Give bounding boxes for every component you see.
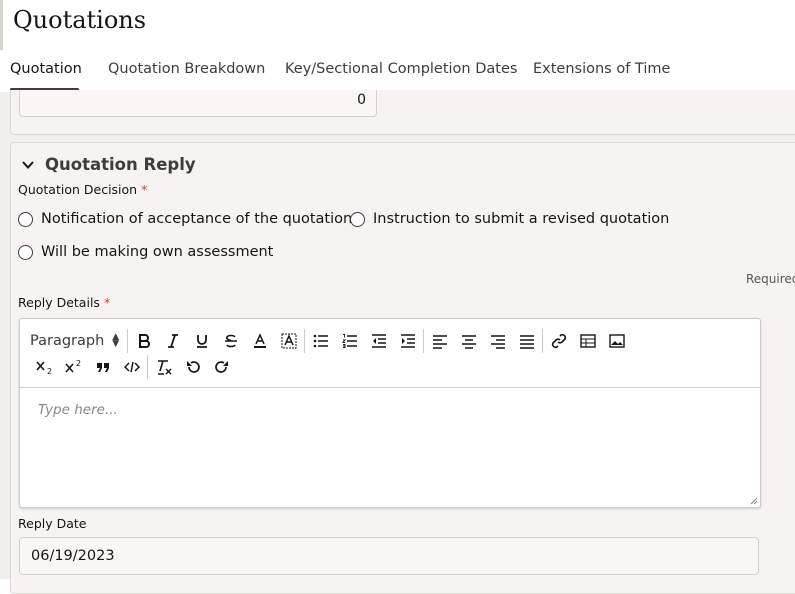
radio-accept-quotation[interactable]: Notification of acceptance of the quotat… — [18, 211, 352, 227]
section-header[interactable]: Quotation Reply — [21, 155, 196, 174]
radio-circle — [18, 211, 33, 227]
page-title: Quotations — [13, 6, 147, 34]
toolbar-separator — [147, 355, 148, 379]
previous-section: 0 — [10, 90, 795, 135]
radio-circle — [18, 244, 33, 260]
radio-circle — [350, 211, 365, 227]
editor-placeholder: Type here... — [38, 402, 118, 418]
superscript-icon[interactable]: 2 — [59, 356, 88, 378]
svg-text:2: 2 — [76, 359, 81, 368]
italic-icon[interactable] — [158, 330, 187, 352]
editor-toolbar: Paragraph ▲ ▼ 2 2 — [20, 319, 760, 388]
subscript-icon[interactable]: 2 — [30, 356, 59, 378]
editor-text-area[interactable]: Type here... — [20, 387, 760, 507]
align-center-icon[interactable] — [454, 330, 483, 352]
reply-details-label: Reply Details * — [18, 295, 110, 310]
reply-date-label: Reply Date — [18, 516, 87, 531]
required-hint: Required — [746, 272, 795, 286]
clear-format-icon[interactable] — [149, 356, 178, 378]
reply-details-label-text: Reply Details — [18, 295, 100, 310]
numbered-list-icon[interactable] — [335, 330, 364, 352]
section-title: Quotation Reply — [45, 155, 196, 174]
toolbar-separator — [542, 329, 543, 353]
chevron-down-icon — [21, 158, 35, 172]
bold-icon[interactable] — [129, 330, 158, 352]
rich-text-editor: Paragraph ▲ ▼ 2 2 Type here... — [19, 318, 761, 508]
toolbar-row-2: 2 2 — [30, 355, 236, 379]
image-icon[interactable] — [602, 330, 631, 352]
quotation-decision-label-text: Quotation Decision — [18, 182, 138, 197]
code-icon[interactable] — [117, 356, 146, 378]
required-marker: * — [103, 295, 111, 310]
content-area: 0 Quotation Reply Quotation Decision * No… — [0, 90, 795, 594]
radio-label: Instruction to submit a revised quotatio… — [373, 211, 670, 227]
tab-quotation[interactable]: Quotation — [10, 61, 82, 77]
undo-icon[interactable] — [178, 356, 207, 378]
paragraph-format-value: Paragraph — [30, 333, 105, 349]
svg-text:2: 2 — [47, 367, 52, 375]
blockquote-icon[interactable] — [88, 356, 117, 378]
select-arrows-icon: ▲ ▼ — [112, 332, 120, 349]
paragraph-format-select[interactable]: Paragraph ▲ ▼ — [30, 332, 126, 350]
tab-bar: Quotation Quotation Breakdown Key/Sectio… — [0, 50, 795, 92]
quotation-reply-section: Quotation Reply Quotation Decision * Noti… — [10, 142, 795, 594]
radio-revised-quotation[interactable]: Instruction to submit a revised quotatio… — [350, 211, 669, 227]
font-color-icon[interactable] — [245, 330, 274, 352]
align-left-icon[interactable] — [425, 330, 454, 352]
toolbar-row-1: Paragraph ▲ ▼ — [30, 329, 631, 353]
resize-handle-icon[interactable] — [748, 495, 758, 505]
required-marker: * — [141, 182, 148, 197]
toolbar-separator — [127, 329, 128, 353]
quotation-decision-label: Quotation Decision * — [18, 182, 147, 197]
align-right-icon[interactable] — [483, 330, 512, 352]
bulleted-list-icon[interactable] — [306, 330, 335, 352]
tab-quotation-breakdown[interactable]: Quotation Breakdown — [108, 61, 265, 77]
highlight-color-icon[interactable] — [274, 330, 303, 352]
strikethrough-icon[interactable] — [216, 330, 245, 352]
radio-own-assessment[interactable]: Will be making own assessment — [18, 244, 273, 260]
justify-icon[interactable] — [512, 330, 541, 352]
outdent-icon[interactable] — [364, 330, 393, 352]
redo-icon[interactable] — [207, 356, 236, 378]
reply-date-field[interactable]: 06/19/2023 — [19, 537, 759, 575]
tab-key-sectional-completion-dates[interactable]: Key/Sectional Completion Dates — [285, 61, 517, 77]
toolbar-separator — [304, 329, 305, 353]
number-field[interactable]: 0 — [19, 90, 377, 117]
indent-icon[interactable] — [393, 330, 422, 352]
radio-label: Will be making own assessment — [41, 244, 274, 260]
tab-extensions-of-time[interactable]: Extensions of Time — [533, 61, 670, 77]
underline-icon[interactable] — [187, 330, 216, 352]
radio-label: Notification of acceptance of the quotat… — [41, 211, 353, 227]
link-icon[interactable] — [544, 330, 573, 352]
toolbar-separator — [423, 329, 424, 353]
table-icon[interactable] — [573, 330, 602, 352]
